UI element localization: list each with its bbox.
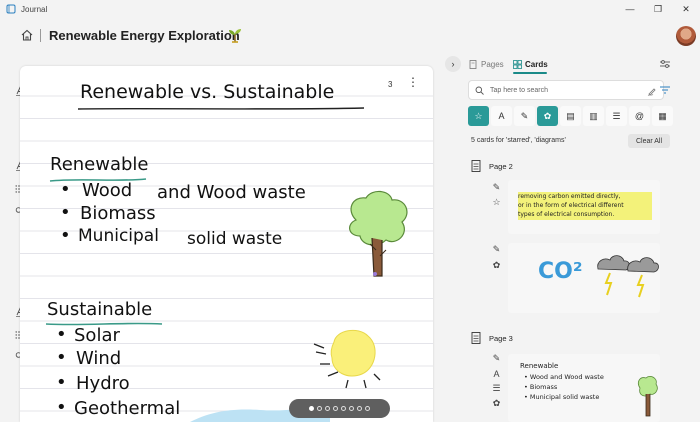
sprout-icon	[229, 29, 241, 43]
app-name: Journal	[21, 4, 48, 14]
search-placeholder[interactable]: Tap here to search	[490, 87, 548, 94]
home-icon[interactable]	[20, 28, 34, 42]
highlighter-icon: ✎	[492, 353, 501, 363]
item-solar: Solar	[74, 325, 120, 346]
bullet: •	[60, 179, 71, 200]
sustainable-title: Sustainable	[47, 299, 153, 320]
restore-button[interactable]: ❐	[644, 0, 672, 18]
pager-dot[interactable]	[325, 406, 330, 411]
pages-icon	[469, 60, 477, 69]
bullet: •	[60, 202, 71, 223]
card-highlight[interactable]: removing carbon emitted directly, or in …	[508, 180, 660, 234]
card-text-line: • Biomass	[524, 383, 558, 391]
list-icon[interactable]: ☰	[606, 106, 627, 126]
card-diagram[interactable]: CO²	[508, 243, 660, 313]
card-page-3[interactable]: Renewable • Wood and Wood waste • Biomas…	[508, 354, 660, 422]
pager-dot[interactable]	[365, 406, 370, 411]
active-tab-indicator	[513, 72, 547, 74]
handwriting-icon[interactable]	[647, 86, 657, 96]
storm-clouds-drawing	[597, 255, 659, 298]
pager-dot[interactable]	[341, 406, 346, 411]
item-geothermal: Geothermal	[74, 398, 181, 419]
pager-dot[interactable]	[309, 406, 314, 411]
cards-icon	[513, 60, 522, 69]
card-text-line: types of electrical consumption.	[518, 211, 615, 218]
document-icon[interactable]: ▥	[583, 106, 604, 126]
diagram-icon[interactable]: ✿	[537, 106, 558, 126]
text-format-icon: A	[493, 368, 500, 379]
heading-underline	[77, 107, 365, 110]
highlighter-icon: ✎	[492, 244, 501, 254]
section-page-2-label: Page 2	[489, 161, 513, 171]
page-icon	[471, 160, 481, 172]
co2-text: CO²	[538, 259, 583, 284]
tab-pages-label: Pages	[481, 60, 504, 69]
mention-icon[interactable]: @	[629, 106, 650, 126]
section-page-3-label: Page 3	[489, 333, 513, 343]
calendar-icon[interactable]: ▦	[652, 106, 673, 126]
page-count: 3	[388, 80, 393, 89]
diagram-icon: ✿	[492, 260, 501, 270]
more-options-icon[interactable]: ⋮	[407, 76, 419, 90]
highlighter-icon: ✎	[492, 182, 501, 192]
pdf-icon[interactable]: ▤	[560, 106, 581, 126]
result-summary: 5 cards for 'starred', 'diagrams'	[471, 137, 566, 144]
list-icon: ☰	[492, 383, 501, 393]
pager-dot[interactable]	[333, 406, 338, 411]
pager-dot[interactable]	[357, 406, 362, 411]
bullet: •	[60, 225, 71, 246]
filter-icon[interactable]	[659, 84, 671, 96]
bullet: •	[56, 372, 67, 393]
renewable-title: Renewable	[50, 154, 149, 175]
clear-all-button[interactable]: Clear All	[628, 134, 670, 148]
card-text-line: • Wood and Wood waste	[524, 373, 604, 381]
card-text-line: Renewable	[520, 362, 559, 370]
heading-ink: Renewable vs. Sustainable	[80, 81, 335, 103]
item-wood-waste: and Wood waste	[157, 182, 306, 203]
page-title: Renewable Energy Exploration	[49, 28, 240, 43]
tree-drawing	[349, 190, 408, 277]
text-icon[interactable]: A	[491, 106, 512, 126]
search-icon	[475, 86, 484, 95]
journal-app-icon	[6, 4, 16, 14]
header-separator	[40, 29, 41, 42]
item-municipal: Municipal	[78, 226, 159, 246]
card-text-line: • Municipal solid waste	[524, 393, 600, 401]
tab-pages[interactable]: Pages	[469, 60, 504, 69]
minimize-button[interactable]: —	[616, 0, 644, 18]
highlighter-icon[interactable]: ✎	[514, 106, 535, 126]
card-text-line: removing carbon emitted directly,	[518, 193, 621, 200]
header: Renewable Energy Exploration	[0, 20, 700, 52]
close-button[interactable]: ✕	[672, 0, 700, 18]
page-icon	[471, 332, 481, 344]
star-icon[interactable]: ☆	[491, 197, 502, 208]
pager-dot[interactable]	[349, 406, 354, 411]
sun-drawing	[313, 329, 381, 389]
item-hydro: Hydro	[76, 373, 130, 394]
tab-cards-label: Cards	[525, 60, 548, 69]
item-biomass: Biomass	[80, 203, 156, 224]
pager-dot[interactable]	[317, 406, 322, 411]
item-wind: Wind	[76, 348, 122, 369]
section-page-3[interactable]: Page 3	[471, 332, 513, 344]
bullet: •	[56, 347, 67, 368]
avatar[interactable]	[676, 26, 696, 46]
diagram-icon: ✿	[492, 398, 501, 408]
ink-canvas[interactable]: 3 ⋮ Renewable vs. Sustainable Renewable …	[20, 66, 433, 422]
item-wood: Wood	[82, 180, 133, 201]
search-box[interactable]: Tap here to search	[468, 80, 664, 100]
filter-toolbar: ☆ A ✎ ✿ ▤ ▥ ☰ @ ▦	[468, 106, 673, 126]
bullet: •	[56, 324, 67, 345]
tree-drawing	[638, 376, 658, 417]
page-pager[interactable]	[289, 399, 390, 418]
title-bar: Journal — ❐ ✕	[0, 0, 700, 18]
section-page-2[interactable]: Page 2	[471, 160, 513, 172]
bullet: •	[56, 397, 67, 418]
collapse-panel-button[interactable]: ›	[445, 56, 461, 72]
card-text-line: or in the form of electrical different	[518, 202, 624, 209]
star-icon[interactable]: ☆	[468, 106, 489, 126]
sliders-icon[interactable]	[659, 58, 671, 70]
tab-cards[interactable]: Cards	[513, 60, 548, 69]
item-solid-waste: solid waste	[187, 229, 283, 249]
